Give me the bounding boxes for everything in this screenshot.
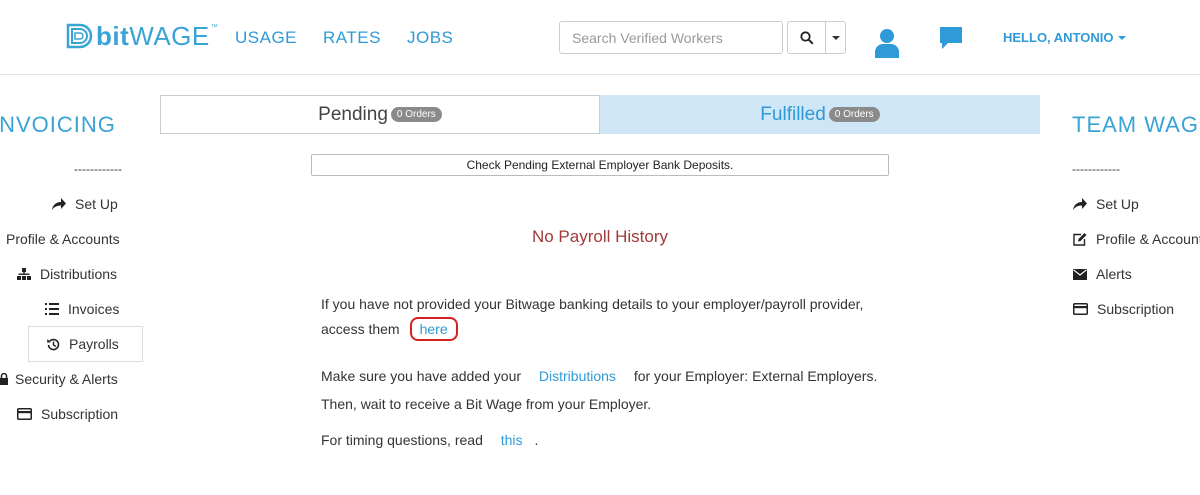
caret-down-icon [1117, 35, 1126, 40]
sidebar-item-set-up[interactable]: Set Up [52, 196, 118, 212]
trademark-mark: ™ [210, 24, 218, 31]
check-pending-deposits-button[interactable]: Check Pending External Employer Bank Dep… [311, 154, 889, 176]
search-workers-input[interactable] [559, 21, 783, 54]
sidebar-item-security-alerts[interactable]: Security & Alerts [0, 371, 118, 387]
credit-card-icon [17, 408, 32, 420]
caret-down-icon [831, 35, 840, 40]
section-divider: ------------ [74, 162, 122, 176]
sidebar-item-invoices[interactable]: Invoices [45, 301, 119, 317]
period-text: . [534, 432, 539, 448]
tab-label: Pending [318, 103, 388, 125]
orders-count-badge: 0 Orders [390, 107, 442, 122]
sidebar-item-label: Profile & Accounts [1096, 231, 1200, 247]
instruction-text: Make sure you have added your [321, 368, 522, 384]
share-arrow-icon [1073, 198, 1087, 210]
credit-card-icon [1073, 303, 1088, 315]
sidebar-item-label: Invoices [68, 301, 120, 317]
sidebar-item-label: Subscription [41, 406, 119, 422]
team-sidebar-item-profile-accounts[interactable]: Profile & Accounts [1073, 231, 1200, 247]
nav-rates[interactable]: RATES [323, 28, 381, 48]
team-wage-section-title: TEAM WAGE [1072, 112, 1200, 137]
banking-details-text: If you have not provided your Bitwage ba… [321, 296, 864, 312]
orders-count-badge: 0 Orders [828, 107, 880, 122]
sidebar-item-label: Security & Alerts [15, 371, 118, 387]
distributions-instruction: Make sure you have added your Distributi… [321, 368, 877, 384]
sidebar-item-label: Distributions [40, 266, 118, 282]
sidebar-item-subscription[interactable]: Subscription [17, 406, 118, 422]
envelope-icon [1073, 268, 1087, 280]
timing-text: For timing questions, read [321, 432, 483, 448]
sidebar-item-profile-accounts[interactable]: Profile & Accounts [6, 231, 120, 247]
highlighted-link-ring: here [409, 317, 458, 341]
top-navbar: bitWAGE ™ USAGE RATES JOBS HELLO, ANTONI… [0, 0, 1200, 75]
this-link[interactable]: this [501, 432, 523, 448]
wait-instruction: Then, wait to receive a Bit Wage from yo… [321, 396, 652, 412]
nav-usage[interactable]: USAGE [235, 28, 297, 48]
user-menu[interactable]: HELLO, ANTONIO [1003, 30, 1126, 45]
team-sidebar-item-alerts[interactable]: Alerts [1073, 266, 1132, 282]
logo-wordmark: bitWAGE [96, 20, 210, 51]
greeting-text: HELLO, ANTONIO [1003, 30, 1114, 45]
nav-jobs[interactable]: JOBS [407, 28, 453, 48]
here-link[interactable]: here [420, 321, 448, 337]
search-icon [799, 30, 814, 45]
team-sidebar-item-subscription[interactable]: Subscription [1073, 301, 1174, 317]
access-details-line: access them here [321, 317, 458, 341]
tab-fulfilled[interactable]: Fulfilled 0 Orders [600, 95, 1040, 134]
lock-icon [0, 373, 8, 385]
distributions-link[interactable]: Distributions [539, 368, 616, 384]
search-options-dropdown[interactable] [826, 21, 846, 54]
sidebar-item-label: Alerts [1096, 266, 1132, 282]
access-them-text: access them [321, 321, 400, 337]
tab-label: Fulfilled [760, 103, 826, 125]
sidebar-item-label: Set Up [75, 196, 118, 212]
user-icon [875, 29, 899, 58]
invoicing-section-title: INVOICING [0, 112, 116, 137]
sidebar-item-label: Subscription [1097, 301, 1175, 317]
tab-pending[interactable]: Pending 0 Orders [160, 95, 600, 134]
team-sidebar-item-set-up[interactable]: Set Up [1073, 196, 1139, 212]
history-icon [47, 338, 60, 350]
sidebar-item-label: Profile & Accounts [6, 231, 120, 247]
sidebar-item-label: Payrolls [69, 336, 119, 352]
sidebar-item-label: Set Up [1096, 196, 1139, 212]
messages-button[interactable] [940, 27, 962, 54]
share-arrow-icon [52, 198, 66, 210]
no-payroll-history-message: No Payroll History [531, 227, 669, 246]
edit-icon [1073, 232, 1087, 246]
bitwage-logo-icon [66, 23, 93, 49]
profile-button[interactable] [875, 28, 899, 63]
list-icon [45, 303, 59, 315]
sidebar-item-distributions[interactable]: Distributions [17, 266, 117, 282]
section-divider: ------------ [1072, 162, 1120, 176]
sitemap-icon [17, 268, 31, 280]
orders-tabs: Pending 0 Orders Fulfilled 0 Orders [160, 95, 1040, 134]
chat-icon [940, 27, 962, 49]
bitwage-logo[interactable]: bitWAGE ™ [60, 18, 218, 54]
timing-questions-line: For timing questions, read this . [321, 432, 538, 448]
instruction-text: for your Employer: External Employers. [633, 368, 878, 384]
sidebar-item-payrolls[interactable]: Payrolls [28, 326, 143, 362]
search-button[interactable] [787, 21, 826, 54]
